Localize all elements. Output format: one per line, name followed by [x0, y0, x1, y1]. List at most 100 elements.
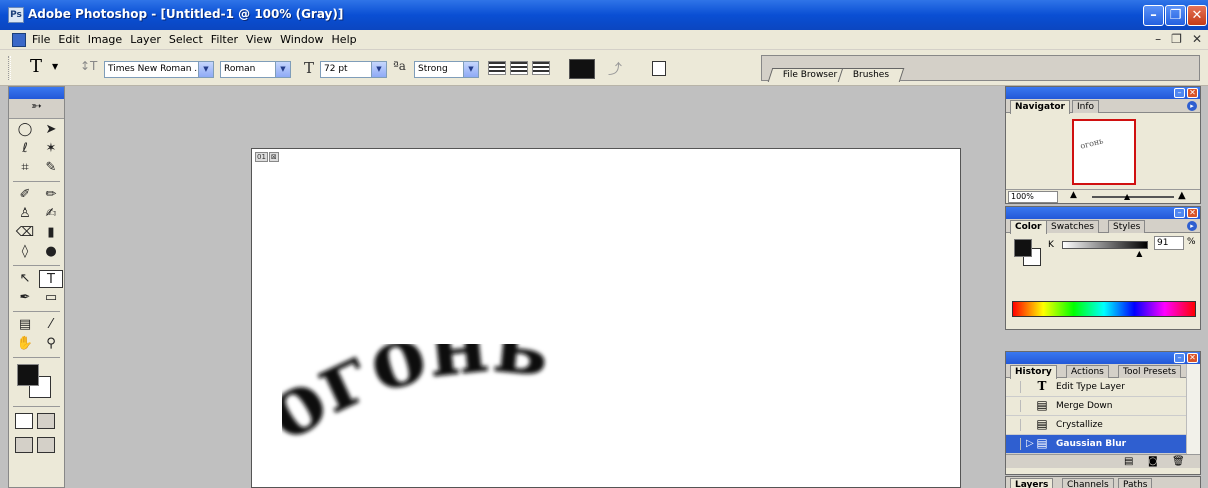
font-family-select[interactable]: Times New Roman ... ▼ — [104, 61, 214, 78]
maximize-button[interactable]: ❐ — [1165, 5, 1186, 26]
trash-icon[interactable]: 🗑 — [1172, 456, 1185, 467]
minimize-icon[interactable]: – — [1174, 353, 1185, 363]
close-icon[interactable]: ✕ — [1187, 353, 1198, 363]
gradient-tool-icon[interactable]: ▮ — [39, 224, 63, 242]
shape-tool-icon[interactable]: ▭ — [39, 289, 63, 307]
antialias-select[interactable]: Strong ▼ — [414, 61, 479, 78]
menu-layer[interactable]: Layer — [130, 33, 161, 46]
magic-wand-tool-icon[interactable]: ✶ — [39, 140, 63, 158]
menu-edit[interactable]: Edit — [58, 33, 79, 46]
zoom-slider-handle[interactable]: ▲ — [1124, 192, 1130, 201]
foreground-color-chip[interactable] — [1014, 239, 1032, 257]
text-orientation-icon[interactable]: ↕T — [80, 59, 97, 73]
blur-tool-icon[interactable]: ◊ — [13, 243, 37, 261]
tab-color[interactable]: Color — [1010, 220, 1047, 234]
zoom-input[interactable]: 100% — [1008, 191, 1058, 203]
notes-tool-icon[interactable]: ▤ — [13, 316, 37, 334]
zoom-in-icon[interactable]: ▲ — [1178, 190, 1186, 201]
close-icon[interactable]: ✕ — [1187, 88, 1198, 98]
path-selection-tool-icon[interactable]: ↖ — [13, 270, 37, 288]
document-canvas[interactable]: 01 ⊠ огонь — [251, 148, 961, 488]
font-style-select[interactable]: Roman ▼ — [220, 61, 291, 78]
hand-tool-icon[interactable]: ✋ — [13, 335, 37, 353]
close-button[interactable]: ✕ — [1187, 5, 1207, 26]
chevron-down-icon[interactable]: ▼ — [52, 62, 58, 71]
menu-help[interactable]: Help — [332, 33, 357, 46]
doc-close-icon[interactable]: ✕ — [1192, 32, 1202, 46]
clone-stamp-tool-icon[interactable]: ♙ — [13, 205, 37, 223]
tab-history[interactable]: History — [1010, 365, 1057, 379]
tab-navigator[interactable]: Navigator — [1010, 100, 1070, 114]
screen-mode-standard-icon[interactable] — [15, 437, 33, 453]
adobe-online-icon[interactable]: ➳ — [9, 99, 64, 119]
move-tool-icon[interactable]: ➤ — [39, 121, 63, 139]
text-color-swatch[interactable] — [569, 59, 595, 79]
history-snapshot-checkbox[interactable] — [1010, 438, 1021, 450]
menu-filter[interactable]: Filter — [211, 33, 238, 46]
tab-tool-presets[interactable]: Tool Presets — [1118, 365, 1182, 378]
tab-actions[interactable]: Actions — [1066, 365, 1109, 378]
menu-image[interactable]: Image — [88, 33, 122, 46]
photoshop-icon[interactable]: Ps — [8, 7, 24, 23]
minimize-button[interactable]: – — [1143, 5, 1164, 26]
navigator-thumbnail[interactable]: огонь — [1072, 119, 1136, 185]
slice-tool-icon[interactable]: ✎ — [39, 159, 63, 177]
foreground-color-swatch[interactable] — [17, 364, 39, 386]
palette-title-bar[interactable]: – ✕ — [1006, 87, 1200, 99]
k-slider[interactable] — [1062, 241, 1148, 249]
tab-layers[interactable]: Layers — [1010, 478, 1054, 488]
marquee-tool-icon[interactable]: ◯ — [13, 121, 37, 139]
screen-mode-full-menu-icon[interactable] — [37, 437, 55, 453]
palette-title-bar[interactable]: – ✕ — [1006, 352, 1200, 364]
zoom-tool-icon[interactable]: ⚲ — [39, 335, 63, 353]
history-item-selected[interactable]: ▷ ▤ Gaussian Blur — [1006, 435, 1200, 454]
options-grip[interactable] — [8, 56, 11, 80]
menu-file[interactable]: File — [32, 33, 50, 46]
eraser-tool-icon[interactable]: ⌫ — [13, 224, 37, 242]
history-scrollbar[interactable] — [1186, 364, 1200, 456]
palette-title-bar[interactable]: – ✕ — [1006, 207, 1200, 219]
doc-close-box-icon[interactable]: ⊠ — [268, 152, 279, 162]
menu-select[interactable]: Select — [169, 33, 203, 46]
k-value-input[interactable]: 91 — [1154, 236, 1184, 250]
menu-view[interactable]: View — [246, 33, 272, 46]
menu-window[interactable]: Window — [280, 33, 323, 46]
history-item[interactable]: T Edit Type Layer — [1006, 378, 1200, 397]
quick-mask-mode-icon[interactable] — [37, 413, 55, 429]
tab-channels[interactable]: Channels — [1062, 478, 1114, 488]
tab-paths[interactable]: Paths — [1118, 478, 1153, 488]
align-right-icon[interactable] — [532, 61, 550, 75]
close-icon[interactable]: ✕ — [1187, 208, 1198, 218]
type-tool-preset-icon[interactable]: T — [30, 56, 42, 77]
dodge-tool-icon[interactable]: ● — [39, 243, 63, 261]
brush-tool-icon[interactable]: ✏ — [39, 186, 63, 204]
history-item[interactable]: ▤ Crystallize — [1006, 416, 1200, 435]
align-center-icon[interactable] — [510, 61, 528, 75]
character-palette-icon[interactable] — [652, 61, 666, 76]
history-snapshot-checkbox[interactable] — [1010, 381, 1021, 393]
history-snapshot-checkbox[interactable] — [1010, 400, 1021, 412]
color-ramp[interactable] — [1012, 301, 1196, 317]
minimize-icon[interactable]: – — [1174, 208, 1185, 218]
tab-brushes[interactable]: Brushes — [837, 68, 905, 82]
k-slider-thumb[interactable]: ▲ — [1136, 249, 1142, 258]
palette-menu-icon[interactable]: ▸ — [1187, 221, 1197, 231]
eyedropper-tool-icon[interactable]: ⁄ — [39, 316, 63, 334]
align-left-icon[interactable] — [488, 61, 506, 75]
history-item[interactable]: ▤ Merge Down — [1006, 397, 1200, 416]
toolbox-title-bar[interactable] — [9, 87, 64, 99]
document-icon[interactable] — [12, 33, 26, 47]
doc-restore-icon[interactable]: ❐ — [1171, 32, 1182, 46]
pen-tool-icon[interactable]: ✒ — [13, 289, 37, 307]
tab-swatches[interactable]: Swatches — [1046, 220, 1099, 233]
font-size-select[interactable]: 72 pt ▼ — [320, 61, 387, 78]
history-brush-tool-icon[interactable]: ✍ — [39, 205, 63, 223]
standard-mode-icon[interactable] — [15, 413, 33, 429]
new-document-from-state-icon[interactable]: ▤ — [1124, 456, 1133, 467]
tab-info[interactable]: Info — [1072, 100, 1100, 113]
crop-tool-icon[interactable]: ⌗ — [13, 159, 37, 177]
healing-brush-tool-icon[interactable]: ✐ — [13, 186, 37, 204]
palette-menu-icon[interactable]: ▸ — [1187, 101, 1197, 111]
zoom-slider[interactable] — [1092, 196, 1174, 198]
type-tool-icon[interactable]: T — [39, 270, 63, 288]
